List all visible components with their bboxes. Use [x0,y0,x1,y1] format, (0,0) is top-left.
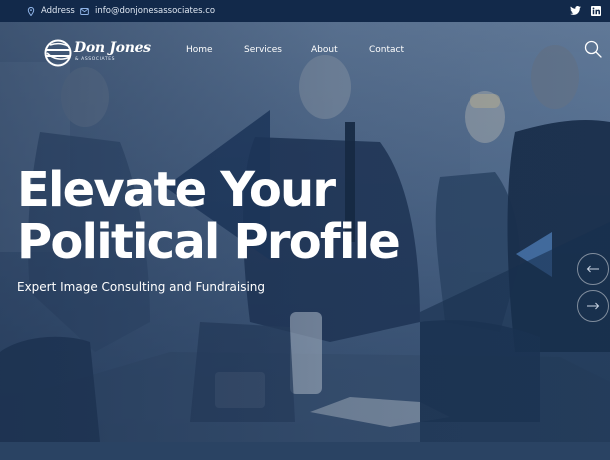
nav-contact[interactable]: Contact [369,43,404,57]
hero-headline: Elevate Your Political Profile [17,164,417,268]
address-link[interactable]: Address [26,0,75,22]
arrow-right-icon [587,302,600,310]
hero-subheadline: Expert Image Consulting and Fundraising [17,280,266,294]
map-pin-icon [26,6,35,16]
email-text: info@donjonesassociates.co [95,6,216,16]
email-link[interactable]: info@donjonesassociates.co [80,0,215,22]
logo-text: Don Jones [74,40,151,56]
globe-logo-icon [44,39,72,67]
headline-line-2: Political Profile [17,214,401,270]
logo-subtext: & ASSOCIATES [75,57,116,62]
linkedin-icon[interactable] [589,4,602,17]
envelope-icon [80,7,89,16]
twitter-icon[interactable] [569,4,582,17]
slider-prev-button[interactable] [577,253,609,285]
nav-services[interactable]: Services [244,43,282,57]
nav-home[interactable]: Home [186,43,213,57]
address-label: Address [41,6,75,16]
logo[interactable]: Don Jones & ASSOCIATES [44,38,151,68]
slider-next-button[interactable] [577,290,609,322]
nav-about[interactable]: About [311,43,338,57]
headline-line-1: Elevate Your [17,162,336,218]
top-bar: Address info@donjonesassociates.co [0,0,610,22]
bottom-strip [0,442,610,460]
hero-section: Don Jones & ASSOCIATES Home Services Abo… [0,22,610,460]
search-icon[interactable] [584,40,602,58]
arrow-left-icon [586,265,599,273]
